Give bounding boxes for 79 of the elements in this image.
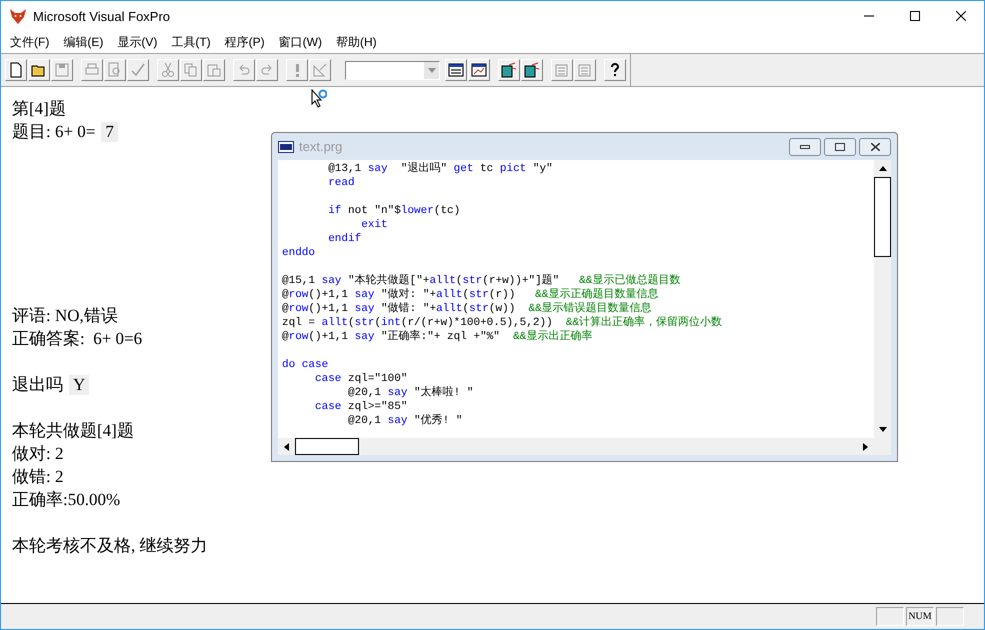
output-text: 本轮考核不及格, 继续努力 (12, 535, 208, 557)
menu-item[interactable]: 帮助(H) (328, 34, 384, 50)
menu-item[interactable]: 窗口(W) (272, 34, 329, 50)
check-mark-icon (130, 62, 146, 78)
minimize-icon (800, 144, 810, 148)
exclamation-icon (296, 64, 298, 76)
blank-page-icon (8, 62, 24, 78)
close-icon (870, 142, 880, 150)
close-icon (956, 11, 966, 21)
output-text: 题目: 6+ 0= (12, 121, 96, 143)
code-line: @15,1 say "本轮共做题["+allt(str(r+w))+"]题" &&显示已做总题目数 (282, 274, 682, 288)
up-arrow-icon (878, 166, 886, 171)
right-arrow-icon (863, 442, 868, 450)
code-line: exit (360, 218, 389, 232)
menu-item[interactable]: 显示(V) (110, 34, 164, 50)
code-line: @20,1 say "太棒啦! " (347, 386, 474, 400)
code-line: if not "n"$lower(tc) (327, 204, 462, 218)
output-text: 第[4]题 (12, 98, 66, 120)
restore-button[interactable] (824, 138, 856, 156)
code-line: @row()+1,1 say "做对: "+allt(str(r)) &&显示正确题目数量信息 (282, 288, 660, 302)
code-line: enddo (282, 246, 316, 260)
scrollbar-thumb[interactable] (874, 177, 891, 257)
status-panel (876, 607, 904, 626)
output-text: 评语: NO,错误 (12, 305, 118, 327)
output-text: 做对: 2 (12, 443, 64, 465)
ruler-pen-icon (312, 62, 328, 78)
menu-item[interactable]: 文件(F) (3, 34, 56, 50)
minimize-button[interactable] (789, 138, 821, 156)
code-line: zql = allt(str(int(r/(r+w)*100+0.5),5,2)) &&计算出正确率，保留两位小数 (282, 316, 724, 330)
scissors-icon (160, 62, 176, 78)
menu-item[interactable]: 程序(P) (218, 34, 272, 50)
menu-item[interactable]: 工具(T) (164, 34, 218, 50)
output-text: 本轮共做题[4]题 (12, 420, 134, 442)
toolbar-button[interactable] (468, 59, 490, 81)
form-icon (554, 62, 570, 78)
clipboard-icon (206, 62, 222, 78)
left-arrow-icon (284, 442, 289, 450)
toolbar-button[interactable] (28, 59, 50, 81)
abc-file-icon (278, 140, 294, 152)
caret-icon (428, 68, 436, 72)
maximize-icon (910, 11, 920, 21)
toolbar-button[interactable] (521, 59, 543, 81)
wand-form-icon (524, 62, 540, 78)
output-text: 做错: 2 (12, 466, 64, 488)
code-line: endif (327, 232, 362, 246)
code-line: case zql="100" (314, 372, 408, 386)
scrollbar-thumb[interactable] (295, 438, 359, 455)
code-line: case zql>="85" (314, 400, 408, 414)
menu-item[interactable]: 编辑(E) (56, 34, 110, 50)
editor-title: text.prg (299, 139, 342, 154)
copy-pages-icon (183, 62, 199, 78)
output-text: 正确率:50.00% (12, 489, 120, 511)
toolbar-button[interactable] (604, 59, 626, 81)
form-icon (577, 62, 593, 78)
status-panel (936, 607, 964, 626)
code-line: read (327, 176, 356, 190)
toolbar-dropdown[interactable] (345, 60, 440, 80)
toolbar-button[interactable] (498, 59, 520, 81)
window-title: Microsoft Visual FoxPro (33, 8, 170, 24)
toolbar-button[interactable] (445, 59, 467, 81)
output-text: 退出吗 (12, 374, 63, 396)
input-field[interactable]: 7 (101, 122, 118, 142)
vertical-scrollbar[interactable] (874, 160, 891, 438)
fox-logo-icon (9, 7, 27, 25)
wand-form-icon (501, 62, 517, 78)
toolbar-button[interactable] (5, 59, 27, 81)
code-line: @20,1 say "优秀! " (347, 414, 464, 428)
output-text: 正确答案: 6+ 0=6 (12, 328, 142, 350)
window-chart-icon (471, 62, 487, 78)
code-line: @row()+1,1 say "做错: "+allt(str(w)) &&显示错误题目数量信息 (282, 302, 653, 316)
code-line: do case (282, 358, 330, 372)
window-list-icon (448, 62, 464, 78)
input-field[interactable]: Y (69, 374, 90, 394)
code-line: @row()+1,1 say "正确率:"+ zql +"%" &&显示出正确率 (282, 330, 594, 344)
code-line: @13,1 say "退出吗" get tc pict "y" (327, 162, 554, 176)
status-indicator: NUM (906, 607, 934, 626)
restore-icon (835, 142, 845, 150)
close-button[interactable] (859, 138, 891, 156)
down-arrow-icon (878, 427, 886, 432)
